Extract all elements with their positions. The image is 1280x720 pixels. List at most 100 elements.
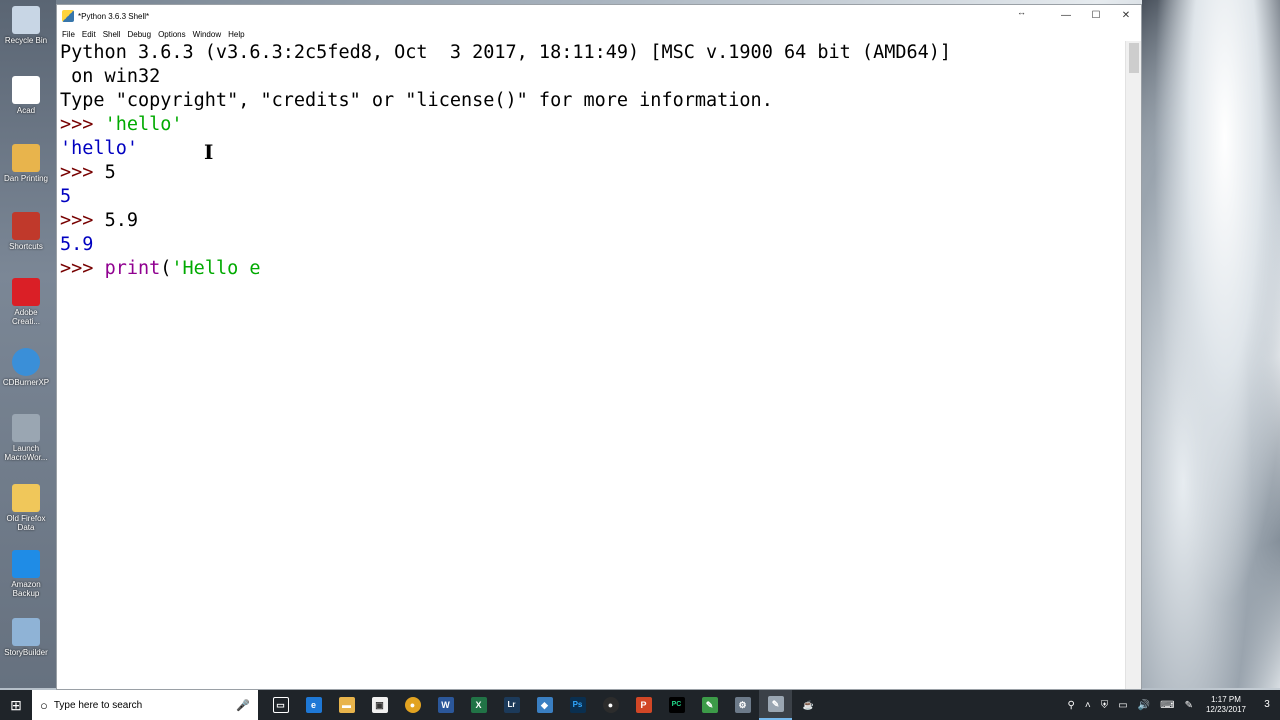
taskbar-powerpoint[interactable]: P: [627, 690, 660, 720]
desktop-wallpaper: [1142, 0, 1280, 688]
desktop-icon-storybuilder[interactable]: StoryBuilder: [0, 618, 52, 657]
task-view-icon: ▭: [272, 697, 289, 713]
python-icon: [62, 10, 74, 22]
taskbar-lightroom[interactable]: Lr: [495, 690, 528, 720]
taskbar-pycharm[interactable]: PC: [660, 690, 693, 720]
desktop-icon-label: Launch MacroWor...: [4, 444, 48, 462]
input-text: 5.9: [104, 210, 138, 231]
menu-help[interactable]: Help: [226, 30, 249, 39]
taskbar-apps: ▭ e ▬ ▣ ● W X Lr ◆ Ps ● P PC ✎ ⚙ ✎ ☕: [264, 690, 825, 720]
menu-shell[interactable]: Shell: [101, 30, 126, 39]
volume-icon[interactable]: 🔊: [1138, 700, 1150, 711]
taskbar-notepad[interactable]: ✎: [693, 690, 726, 720]
folder-icon: [12, 484, 40, 512]
chevron-up-icon[interactable]: ˄: [1085, 700, 1091, 711]
taskbar-idle[interactable]: ✎: [759, 690, 792, 720]
taskbar-obs[interactable]: ●: [594, 690, 627, 720]
resize-arrows-icon: ↔: [1017, 7, 1026, 17]
battery-icon[interactable]: ▭: [1118, 700, 1127, 711]
desktop-icon-old-firefox[interactable]: Old Firefox Data: [0, 484, 52, 532]
string-literal: 'Hello e: [171, 258, 261, 279]
taskbar-settings-app[interactable]: ⚙: [726, 690, 759, 720]
desktop-icon-label: Shortcuts: [9, 242, 43, 251]
desktop-icon-cdburnerxp[interactable]: CDBurnerXP: [0, 348, 52, 387]
menu-edit[interactable]: Edit: [80, 30, 101, 39]
scrollbar-thumb[interactable]: [1129, 43, 1139, 73]
powerpoint-icon: P: [635, 697, 652, 713]
desktop-icon-label: Adobe Creati...: [11, 308, 40, 326]
people-icon[interactable]: ⚲: [1068, 700, 1075, 711]
vertical-scrollbar[interactable]: [1125, 41, 1141, 689]
excel-icon: X: [470, 697, 487, 713]
minimize-button[interactable]: —: [1051, 5, 1081, 27]
banner-line: Python 3.6.3 (v3.6.3:2c5fed8, Oct 3 2017…: [60, 42, 952, 63]
search-input[interactable]: Type here to search: [54, 700, 236, 711]
start-button[interactable]: ⊞: [0, 690, 32, 720]
word-icon: W: [437, 697, 454, 713]
menu-debug[interactable]: Debug: [125, 30, 156, 39]
notepad-icon: ✎: [701, 697, 718, 713]
taskbar-edge[interactable]: e: [297, 690, 330, 720]
shortcuts-icon: [12, 212, 40, 240]
desktop-icon-label: Recycle Bin: [4, 36, 48, 45]
idle-icon: ✎: [767, 696, 784, 712]
desktop-icon-label: StoryBuilder: [4, 648, 48, 657]
menu-file[interactable]: File: [60, 30, 80, 39]
microphone-icon[interactable]: 🎤: [236, 699, 250, 712]
input-text: 5: [104, 162, 116, 183]
clock[interactable]: 1:17 PM 12/23/2017: [1206, 695, 1246, 715]
taskbar-java[interactable]: ☕: [792, 690, 825, 720]
desktop-icon-label: Dan Printing: [3, 174, 49, 183]
menu-window[interactable]: Window: [191, 30, 226, 39]
desktop-icon-amazon-backup[interactable]: Amazon Backup: [0, 550, 52, 598]
notification-center-button[interactable]: 3: [1254, 690, 1280, 720]
obs-icon: ●: [602, 697, 619, 713]
input-line: >>> 5.9: [60, 209, 1127, 233]
taskbar-store[interactable]: ▣: [363, 690, 396, 720]
desktop-icon-recycle-bin[interactable]: Recycle Bin: [0, 6, 52, 45]
pen-icon[interactable]: ✎: [1185, 700, 1193, 711]
recycle-bin-icon: [12, 6, 40, 34]
adobe-cc-icon: [12, 278, 40, 306]
close-button[interactable]: ✕: [1111, 5, 1141, 27]
defender-icon[interactable]: ⛨: [1101, 700, 1109, 711]
taskbar-word[interactable]: W: [429, 690, 462, 720]
input-line: >>> 'hello': [60, 113, 1127, 137]
pycharm-icon: PC: [668, 697, 685, 713]
desktop-icon-dan-printing[interactable]: Dan Printing: [0, 144, 52, 183]
desktop-icon-label: Amazon Backup: [11, 580, 41, 598]
desktop-icon-macroworks[interactable]: Launch MacroWor...: [0, 414, 52, 462]
taskbar-chrome[interactable]: ●: [396, 690, 429, 720]
search-icon: ○: [40, 697, 48, 713]
prompt: >>>: [60, 162, 105, 183]
maximize-button[interactable]: ☐: [1081, 5, 1111, 27]
settings-app-icon: ⚙: [734, 697, 751, 713]
cdburner-icon: [12, 348, 40, 376]
taskbar-file-explorer[interactable]: ▬: [330, 690, 363, 720]
banner-line: on win32: [60, 66, 161, 87]
java-icon: ☕: [800, 697, 817, 713]
desktop-icon-column: Recycle Bin Acad Dan Printing Shortcuts …: [0, 0, 56, 688]
taskbar: ⊞ ○ Type here to search 🎤 ▭ e ▬ ▣ ● W X …: [0, 690, 1280, 720]
taskbar-app-blue[interactable]: ◆: [528, 690, 561, 720]
current-input-line[interactable]: >>> print('Hello e: [60, 257, 1127, 281]
window-title: *Python 3.6.3 Shell*: [78, 11, 150, 21]
app-blue-icon: ◆: [536, 697, 553, 713]
system-tray: ⚲ ˄ ⛨ ▭ 🔊 ⌨ ✎ 1:17 PM 12/23/2017 3: [1063, 690, 1280, 720]
macroworks-icon: [12, 414, 40, 442]
storybuilder-icon: [12, 618, 40, 646]
taskbar-excel[interactable]: X: [462, 690, 495, 720]
desktop-icon-adobe[interactable]: Adobe Creati...: [0, 278, 52, 326]
keyboard-icon[interactable]: ⌨: [1160, 700, 1174, 711]
desktop-icon-shortcuts[interactable]: Shortcuts: [0, 212, 52, 251]
taskbar-photoshop[interactable]: Ps: [561, 690, 594, 720]
desktop-icon-acad[interactable]: Acad: [0, 76, 52, 115]
taskbar-task-view[interactable]: ▭: [264, 690, 297, 720]
search-box[interactable]: ○ Type here to search 🎤: [32, 690, 258, 720]
photoshop-icon: Ps: [569, 697, 586, 713]
title-bar[interactable]: *Python 3.6.3 Shell* ↔ — ☐ ✕: [57, 5, 1141, 27]
shell-text-area[interactable]: Python 3.6.3 (v3.6.3:2c5fed8, Oct 3 2017…: [57, 41, 1127, 689]
chrome-icon: ●: [404, 697, 421, 713]
output-line: 5.9: [60, 234, 94, 255]
menu-options[interactable]: Options: [156, 30, 191, 39]
